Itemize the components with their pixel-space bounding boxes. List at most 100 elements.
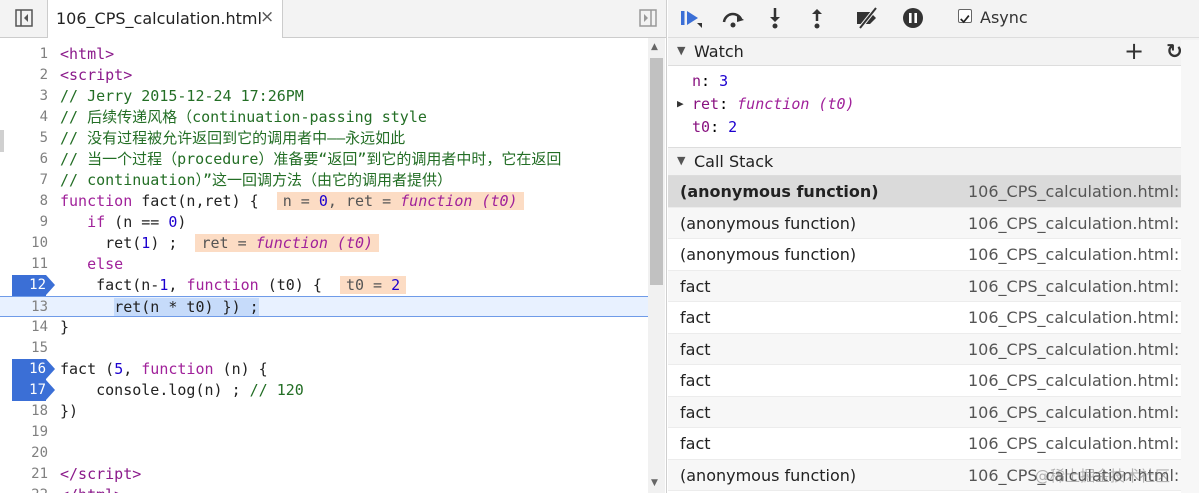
- code-text: // continuation）”这一回调方法（由它的调用者提供）: [60, 171, 452, 189]
- code-line[interactable]: 9 if (n == 0): [0, 212, 648, 233]
- frame-location[interactable]: 106_CPS_calculation.html:12: [968, 340, 1199, 359]
- line-number[interactable]: 21: [0, 464, 48, 485]
- code-line[interactable]: 18}): [0, 401, 648, 422]
- breakpoint-line-number[interactable]: 16: [12, 359, 55, 380]
- pause-on-exceptions-icon[interactable]: [900, 6, 926, 30]
- code-line[interactable]: 17 console.log(n) ; // 120: [0, 380, 648, 401]
- watch-item[interactable]: ▶ ret: function (t0): [677, 93, 855, 115]
- code-line[interactable]: 16 fact (5, function (n) {: [0, 359, 648, 380]
- frame-location[interactable]: 106_CPS_calculation.html:10: [968, 277, 1199, 296]
- line-number[interactable]: 8: [0, 191, 48, 212]
- watch-item[interactable]: n: 3: [692, 70, 728, 92]
- frame-location[interactable]: 106_CPS_calculation.html:12: [968, 371, 1199, 390]
- frame-location[interactable]: 106_CPS_calculation.html:12: [968, 403, 1199, 422]
- line-number[interactable]: 18: [0, 401, 48, 422]
- watch-name: n: [692, 72, 702, 90]
- call-frame[interactable]: (anonymous function) 106_CPS_calculation.…: [668, 207, 1199, 239]
- frame-location[interactable]: 106_CPS_calculation.html:13: [968, 214, 1199, 233]
- code-line[interactable]: 8 function fact(n,ret) { n = 0, ret = fun…: [0, 191, 648, 212]
- watch-section-header[interactable]: ▼ Watch + ↻: [668, 37, 1199, 66]
- frame-location[interactable]: 106_CPS_calculation.html:13: [968, 245, 1199, 264]
- call-frame[interactable]: fact 106_CPS_calculation.html:12: [668, 333, 1199, 365]
- code-line[interactable]: 19: [0, 422, 648, 443]
- call-frame[interactable]: fact 106_CPS_calculation.html:12: [668, 302, 1199, 334]
- call-frame[interactable]: (anonymous function) 106_CPS_calculation.…: [668, 176, 1199, 208]
- close-icon[interactable]: ×: [260, 7, 274, 27]
- line-number[interactable]: 1: [0, 44, 48, 65]
- call-frame[interactable]: fact 106_CPS_calculation.html:12: [668, 365, 1199, 397]
- code-area[interactable]: 1 <html> 2 <script> 3 // Jerry 2015-12-24 17:…: [0, 38, 648, 493]
- deactivate-breakpoints-icon[interactable]: [854, 6, 880, 30]
- code-line[interactable]: 10 ret(1) ; ret = function (t0): [0, 233, 648, 254]
- line-number[interactable]: 11: [0, 254, 48, 275]
- call-frame[interactable]: fact 106_CPS_calculation.html:10: [668, 270, 1199, 302]
- expand-triangle-icon[interactable]: ▶: [677, 93, 684, 115]
- call-frame[interactable]: fact 106_CPS_calculation.html:12: [668, 428, 1199, 460]
- toggle-debugger-icon[interactable]: [638, 8, 658, 28]
- line-number[interactable]: 20: [0, 443, 48, 464]
- scrollbar-thumb[interactable]: [650, 58, 663, 285]
- call-frame[interactable]: (anonymous function) 106_CPS_calculation.…: [668, 239, 1199, 271]
- code-line[interactable]: 4 // 后续传递风格（continuation-passing style: [0, 107, 648, 128]
- frame-location[interactable]: 106_CPS_calculation.html:12: [968, 434, 1199, 453]
- editor-scrollbar[interactable]: ▲ ▼: [648, 38, 665, 493]
- line-number[interactable]: 4: [0, 107, 48, 128]
- resume-icon[interactable]: [678, 6, 704, 30]
- code-line[interactable]: 3 // Jerry 2015-12-24 17:26PM: [0, 86, 648, 107]
- code-line[interactable]: 20: [0, 443, 648, 464]
- code-line[interactable]: 11 else: [0, 254, 648, 275]
- breakpoint-line-number[interactable]: 17: [12, 380, 55, 401]
- toggle-navigator-icon[interactable]: [14, 8, 34, 28]
- code-text: <script>: [60, 66, 133, 84]
- line-number[interactable]: 9: [0, 212, 48, 233]
- code-line[interactable]: 15: [0, 338, 648, 359]
- code-line[interactable]: 12 fact(n-1, function (t0) { t0 = 2: [0, 275, 648, 296]
- code-text: </script>: [60, 465, 142, 483]
- breakpoint-line-number[interactable]: 12: [12, 275, 55, 296]
- line-number[interactable]: 5: [0, 128, 48, 149]
- line-number[interactable]: 13: [0, 297, 48, 318]
- debugger-sidebar: Async ▼ Watch + ↻ n: 3 ▶ ret: function (t0…: [668, 0, 1199, 493]
- checkmark-icon: [960, 15, 970, 24]
- scroll-up-icon[interactable]: ▲: [651, 42, 658, 52]
- watch-item[interactable]: t0: 2: [692, 116, 737, 138]
- frame-location[interactable]: 106_CPS_calculation.html:12: [968, 308, 1199, 327]
- code-line[interactable]: 21 </script>: [0, 464, 648, 485]
- frame-name: (anonymous function): [680, 245, 857, 264]
- call-frame[interactable]: fact 106_CPS_calculation.html:12: [668, 396, 1199, 428]
- line-number[interactable]: 22: [0, 485, 48, 493]
- call-stack-section-header[interactable]: ▼ Call Stack: [668, 147, 1199, 176]
- frame-name: fact: [680, 339, 711, 359]
- line-number[interactable]: 10: [0, 233, 48, 254]
- code-line[interactable]: 5 // 没有过程被允许返回到它的调用者中——永远如此: [0, 128, 648, 149]
- code-line[interactable]: 2 <script>: [0, 65, 648, 86]
- line-number[interactable]: 7: [0, 170, 48, 191]
- step-over-icon[interactable]: [720, 6, 746, 30]
- code-line[interactable]: 13 ret(n * t0) }) ;: [0, 296, 648, 317]
- code-line[interactable]: 1 <html>: [0, 44, 648, 65]
- watermark: @稀土掘金技术社区: [1035, 467, 1171, 485]
- sidebar-scrollbar[interactable]: [1181, 40, 1199, 493]
- step-out-icon[interactable]: [804, 6, 830, 30]
- code-text: fact(n-1, function (t0) { t0 = 2: [60, 275, 407, 296]
- line-number[interactable]: 14: [0, 317, 48, 338]
- line-number[interactable]: 3: [0, 86, 48, 107]
- async-checkbox[interactable]: [958, 9, 972, 24]
- code-text: // 后续传递风格（continuation-passing style: [60, 108, 427, 126]
- code-text: // 当一个过程（procedure）准备要“返回”到它的调用者中时，它在返回: [60, 150, 562, 168]
- add-watch-icon[interactable]: +: [1124, 37, 1144, 65]
- line-number[interactable]: 15: [0, 338, 48, 359]
- step-into-icon[interactable]: [762, 6, 788, 30]
- code-line[interactable]: 22 </html>: [0, 485, 648, 493]
- line-number[interactable]: 19: [0, 422, 48, 443]
- frame-location[interactable]: 106_CPS_calculation.html:13: [968, 182, 1199, 201]
- watch-name: t0: [692, 118, 711, 136]
- async-label[interactable]: Async: [980, 8, 1028, 27]
- line-number[interactable]: 2: [0, 65, 48, 86]
- line-number[interactable]: 6: [0, 149, 48, 170]
- code-line[interactable]: 14}: [0, 317, 648, 338]
- scroll-down-icon[interactable]: ▼: [651, 478, 658, 488]
- code-line[interactable]: 6 // 当一个过程（procedure）准备要“返回”到它的调用者中时，它在返回: [0, 149, 648, 170]
- tab-106-cps-calculation[interactable]: 106_CPS_calculation.html ×: [47, 0, 283, 38]
- code-line[interactable]: 7 // continuation）”这一回调方法（由它的调用者提供）: [0, 170, 648, 191]
